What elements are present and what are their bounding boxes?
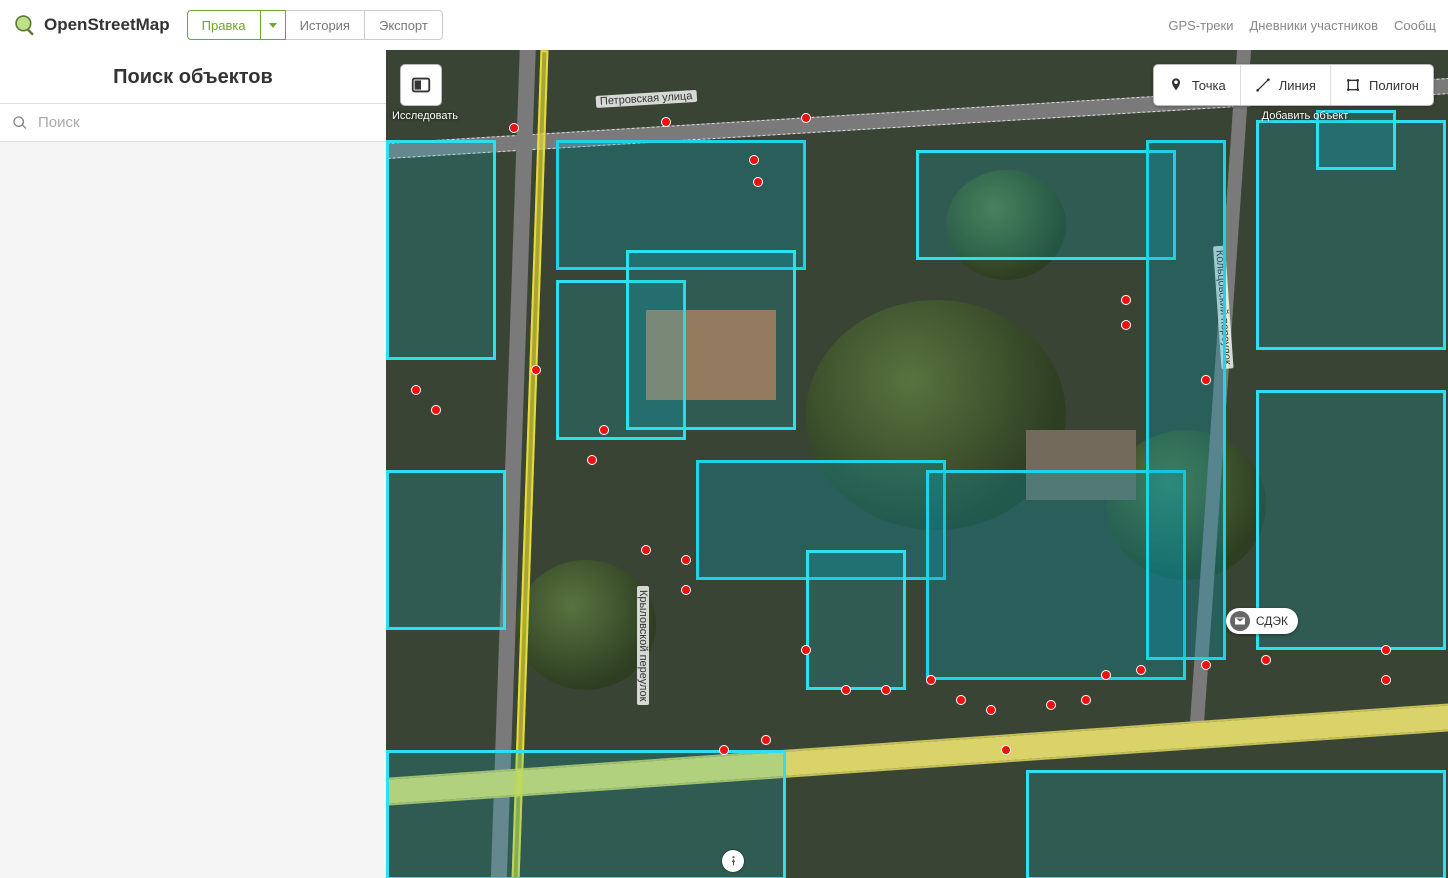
search-input[interactable] <box>38 114 374 131</box>
nav-edit[interactable]: Правка <box>187 10 261 40</box>
chevron-down-icon <box>269 23 277 28</box>
vertex-node[interactable] <box>681 585 691 595</box>
inspect-label: Исследовать <box>390 110 460 122</box>
area-icon <box>1345 77 1361 93</box>
vertex-node[interactable] <box>986 705 996 715</box>
vertex-node[interactable] <box>1136 665 1146 675</box>
vertex-node[interactable] <box>1121 295 1131 305</box>
vertex-node[interactable] <box>509 123 519 133</box>
line-icon <box>1255 77 1271 93</box>
vertex-node[interactable] <box>411 385 421 395</box>
map-canvas[interactable]: Петровская улица Крыловской переулок Кол… <box>386 50 1448 878</box>
secondary-nav: GPS-треки Дневники участников Сообщ <box>1168 18 1436 33</box>
vertex-node[interactable] <box>1381 675 1391 685</box>
search-results-empty <box>0 142 386 878</box>
vertex-node[interactable] <box>761 735 771 745</box>
aerial-vegetation <box>516 560 656 690</box>
mode-line-label: Линия <box>1279 78 1316 93</box>
vertex-node[interactable] <box>1201 375 1211 385</box>
nav-history[interactable]: История <box>285 10 365 40</box>
vertex-node[interactable] <box>926 675 936 685</box>
osm-logo-icon <box>12 12 38 38</box>
mode-line[interactable]: Линия <box>1240 65 1330 105</box>
link-community[interactable]: Сообщ <box>1394 18 1436 33</box>
label-petrovskaya: Петровская улица <box>596 90 697 108</box>
vertex-node[interactable] <box>641 545 651 555</box>
link-gps-traces[interactable]: GPS-треки <box>1168 18 1233 33</box>
building-outline[interactable] <box>1146 140 1226 660</box>
pedestrian-icon[interactable] <box>722 850 744 872</box>
vertex-node[interactable] <box>599 425 609 435</box>
vertex-node[interactable] <box>1101 670 1111 680</box>
vertex-node[interactable] <box>661 117 671 127</box>
search-icon <box>12 115 28 131</box>
building-outline[interactable] <box>386 470 506 630</box>
panel-title: Поиск объектов <box>0 50 386 103</box>
building-outline[interactable] <box>916 150 1176 260</box>
vertex-node[interactable] <box>801 113 811 123</box>
vertex-node[interactable] <box>681 555 691 565</box>
vertex-node[interactable] <box>531 365 541 375</box>
poi-label: СДЭК <box>1256 614 1288 628</box>
vertex-node[interactable] <box>801 645 811 655</box>
mail-icon <box>1230 611 1250 631</box>
poi-sdek[interactable]: СДЭК <box>1226 608 1298 634</box>
nav-edit-dropdown[interactable] <box>260 10 286 40</box>
vertex-node[interactable] <box>881 685 891 695</box>
vertex-node[interactable] <box>1001 745 1011 755</box>
mode-area-label: Полигон <box>1369 78 1419 93</box>
vertex-node[interactable] <box>719 745 729 755</box>
mode-point-label: Точка <box>1192 78 1226 93</box>
label-krylovskoy: Крыловской переулок <box>637 586 649 705</box>
inspect-button[interactable] <box>400 64 442 106</box>
nav-export[interactable]: Экспорт <box>364 10 443 40</box>
feature-search-panel: Поиск объектов <box>0 50 386 878</box>
building-outline[interactable] <box>806 550 906 690</box>
mode-area[interactable]: Полигон <box>1330 65 1433 105</box>
vertex-node[interactable] <box>1121 320 1131 330</box>
vertex-node[interactable] <box>1201 660 1211 670</box>
mode-point[interactable]: Точка <box>1154 65 1240 105</box>
add-object-toolbar: Точка Линия Полигон <box>1153 64 1434 106</box>
vertex-node[interactable] <box>587 455 597 465</box>
brand-text: OpenStreetMap <box>44 15 170 35</box>
vertex-node[interactable] <box>431 405 441 415</box>
primary-nav: Правка История Экспорт <box>188 10 443 40</box>
add-object-label: Добавить объект <box>1176 110 1434 122</box>
vertex-node[interactable] <box>841 685 851 695</box>
building-outline[interactable] <box>386 140 496 360</box>
brand-logo[interactable]: OpenStreetMap <box>12 12 170 38</box>
inspect-icon <box>410 74 432 96</box>
building-outline[interactable] <box>626 250 796 430</box>
vertex-node[interactable] <box>1046 700 1056 710</box>
point-icon <box>1168 77 1184 93</box>
vertex-node[interactable] <box>753 177 763 187</box>
link-user-diaries[interactable]: Дневники участников <box>1250 18 1379 33</box>
vertex-node[interactable] <box>956 695 966 705</box>
vertex-node[interactable] <box>1261 655 1271 665</box>
vertex-node[interactable] <box>1081 695 1091 705</box>
vertex-node[interactable] <box>1381 645 1391 655</box>
vertex-node[interactable] <box>749 155 759 165</box>
building-outline[interactable] <box>1026 770 1446 878</box>
